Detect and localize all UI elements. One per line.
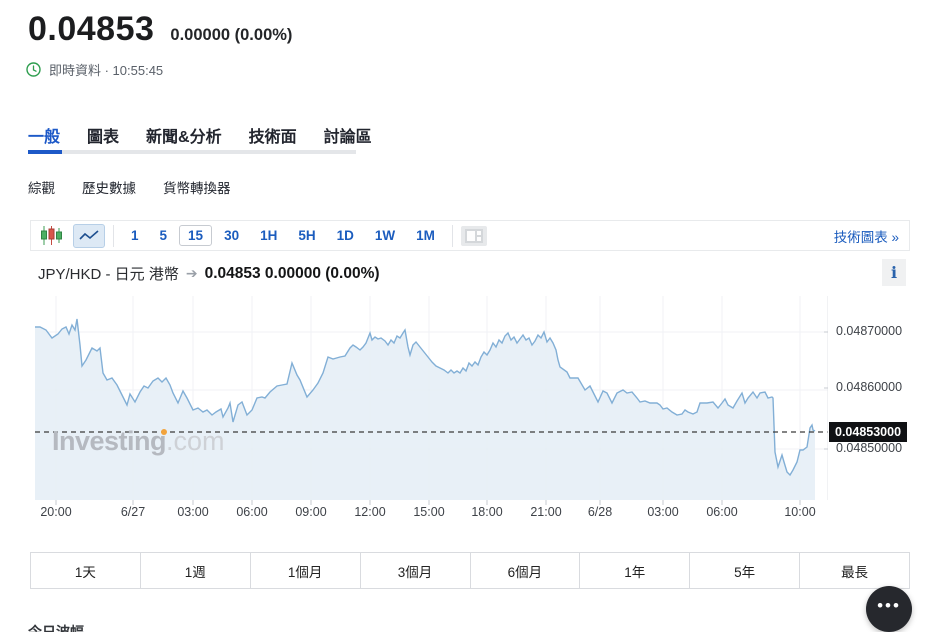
x-axis-label: 09:00	[295, 505, 326, 519]
range-button-3個月[interactable]: 3個月	[360, 552, 471, 589]
timeframe-30[interactable]: 30	[215, 225, 248, 246]
y-axis-label: 0.04860000	[836, 380, 902, 394]
more-options-button[interactable]: •••	[866, 586, 912, 632]
main-tabs: 一般 圖表 新聞&分析 技術面 討論區	[28, 123, 372, 147]
x-axis-label: 20:00	[40, 505, 71, 519]
range-button-1年[interactable]: 1年	[579, 552, 690, 589]
x-axis-label: 15:00	[413, 505, 444, 519]
sub-tabs: 綜觀 歷史數據 貨幣轉換器	[28, 177, 231, 197]
realtime-label: 即時資料 · 10:55:45	[49, 60, 163, 79]
x-axis-label: 06:00	[236, 505, 267, 519]
watermark-light: .com	[166, 426, 225, 456]
chart-title-row: JPY/HKD - 日元 港幣 ➔ 0.04853 0.00000 (0.00%…	[30, 251, 910, 296]
watermark-bold: Investing	[52, 426, 166, 456]
toolbar-divider-2	[452, 225, 453, 247]
line-chart-icon[interactable]	[73, 224, 105, 248]
last-price: 0.04853	[28, 10, 154, 49]
timeframe-15[interactable]: 15	[179, 225, 212, 246]
timeframe-1M[interactable]: 1M	[407, 225, 444, 246]
timeframe-group: 1515301H5H1D1W1M	[122, 225, 444, 246]
timeframe-1H[interactable]: 1H	[251, 225, 286, 246]
price-header: 0.04853 0.00000 (0.00%)	[28, 10, 292, 49]
x-axis-label: 06:00	[706, 505, 737, 519]
range-button-5年[interactable]: 5年	[689, 552, 800, 589]
range-button-1個月[interactable]: 1個月	[250, 552, 361, 589]
chart-widget: 1515301H5H1D1W1M 技術圖表 » JPY/HKD - 日元 港幣 …	[30, 220, 910, 589]
timeframe-1D[interactable]: 1D	[328, 225, 363, 246]
watermark-logo: Investing.com	[52, 426, 225, 457]
x-axis-label: 03:00	[647, 505, 678, 519]
price-change: 0.00000 (0.00%)	[170, 26, 292, 45]
chart-area[interactable]: Investing.com 0.04870000 0.04860000 0.0485…	[30, 296, 910, 532]
arrow-icon: ➔	[186, 265, 198, 282]
y-axis-label: 0.04850000	[836, 441, 902, 455]
tab-一般[interactable]: 一般	[28, 123, 60, 147]
subtab-綜觀[interactable]: 綜觀	[28, 177, 55, 197]
instrument-price: 0.04853 0.00000 (0.00%)	[205, 265, 380, 283]
tab-underline-track	[28, 150, 356, 154]
more-dots-icon: •••	[877, 601, 901, 611]
subtab-貨幣轉換器[interactable]: 貨幣轉換器	[163, 177, 231, 197]
current-price-badge: 0.04853000	[829, 422, 907, 442]
x-axis-label: 12:00	[354, 505, 385, 519]
instrument-name: JPY/HKD - 日元 港幣	[38, 263, 179, 284]
x-axis-label: 03:00	[177, 505, 208, 519]
news-panel-icon[interactable]	[461, 226, 487, 246]
range-button-row: 1天1週1個月3個月6個月1年5年最長	[30, 552, 910, 589]
timeframe-1W[interactable]: 1W	[366, 225, 404, 246]
x-axis-label: 21:00	[530, 505, 561, 519]
timeframe-5[interactable]: 5	[151, 225, 177, 246]
next-section-heading: 今日波幅	[28, 622, 84, 632]
tab-新聞&分析[interactable]: 新聞&分析	[146, 123, 222, 147]
range-button-6個月[interactable]: 6個月	[470, 552, 581, 589]
clock-icon	[26, 62, 41, 77]
price-chart-svg	[30, 296, 828, 510]
watermark-dot	[161, 429, 167, 435]
range-button-1天[interactable]: 1天	[30, 552, 141, 589]
range-button-1週[interactable]: 1週	[140, 552, 251, 589]
range-button-最長[interactable]: 最長	[799, 552, 910, 589]
x-axis-label: 6/27	[121, 505, 145, 519]
timeframe-5H[interactable]: 5H	[289, 225, 324, 246]
tab-討論區[interactable]: 討論區	[324, 123, 372, 147]
subtab-歷史數據[interactable]: 歷史數據	[82, 177, 136, 197]
timeframe-1[interactable]: 1	[122, 225, 148, 246]
x-axis-label: 6/28	[588, 505, 612, 519]
technical-chart-link[interactable]: 技術圖表 »	[834, 226, 899, 246]
info-icon[interactable]: i	[882, 259, 906, 286]
toolbar-divider	[113, 225, 114, 247]
x-axis-label: 18:00	[471, 505, 502, 519]
realtime-row: 即時資料 · 10:55:45	[26, 60, 163, 79]
candlestick-chart-icon[interactable]	[41, 226, 63, 245]
page: 0.04853 0.00000 (0.00%) 即時資料 · 10:55:45 …	[0, 0, 927, 632]
x-axis-label: 10:00	[784, 505, 815, 519]
active-tab-underline	[28, 150, 62, 154]
tab-圖表[interactable]: 圖表	[87, 123, 119, 147]
chart-toolbar: 1515301H5H1D1W1M 技術圖表 »	[30, 220, 910, 251]
tab-技術面[interactable]: 技術面	[249, 123, 297, 147]
y-axis-label: 0.04870000	[836, 324, 902, 338]
